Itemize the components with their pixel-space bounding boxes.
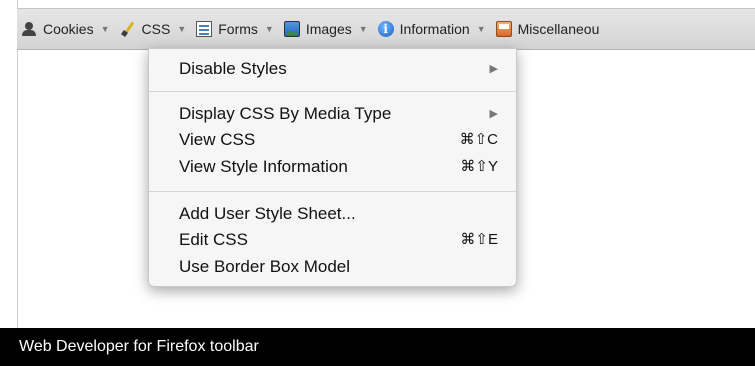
menu-item-label: Edit CSS	[179, 230, 248, 249]
images-icon	[283, 21, 300, 37]
chevron-down-icon: ▼	[177, 24, 187, 34]
information-icon	[377, 21, 394, 37]
toolbar-item-information[interactable]: Information ▼	[377, 21, 486, 37]
toolbar-item-forms[interactable]: Forms ▼	[196, 21, 274, 37]
menu-separator	[149, 191, 516, 192]
forms-icon	[196, 21, 213, 37]
menu-item-label: View Style Information	[179, 157, 348, 176]
toolbar-item-label: Images	[305, 21, 352, 37]
web-developer-toolbar: Cookies ▼ CSS ▼ Forms ▼ Images ▼ Informa…	[17, 8, 755, 50]
menu-item-label: Add User Style Sheet...	[179, 204, 356, 223]
toolbar-item-images[interactable]: Images ▼	[283, 21, 368, 37]
menu-item-shortcut: ⌘⇧E	[460, 231, 498, 248]
cookies-icon	[21, 21, 37, 37]
toolbar-item-label: Information	[399, 21, 470, 37]
toolbar-item-label: Forms	[218, 21, 258, 37]
chevron-down-icon: ▼	[476, 24, 486, 34]
css-dropdown-menu: Disable Styles ▶ Display CSS By Media Ty…	[148, 48, 517, 287]
menu-item-disable-styles[interactable]: Disable Styles ▶	[179, 57, 498, 81]
menu-item-label: Disable Styles	[179, 59, 287, 78]
menu-item-display-css-by-media-type[interactable]: Display CSS By Media Type ▶	[179, 102, 498, 126]
caption-bar: Web Developer for Firefox toolbar	[0, 328, 755, 366]
chevron-down-icon: ▼	[264, 24, 274, 34]
menu-item-label: View CSS	[179, 130, 256, 149]
submenu-arrow-icon: ▶	[489, 108, 498, 120]
css-icon	[120, 21, 136, 37]
menu-item-shortcut: ⌘⇧C	[459, 131, 498, 148]
caption-text: Web Developer for Firefox toolbar	[19, 338, 259, 355]
toolbar-item-label: CSS	[141, 21, 171, 37]
window-frame-left	[0, 0, 18, 366]
toolbar-item-label: Miscellaneou	[517, 21, 600, 37]
chevron-down-icon: ▼	[100, 24, 110, 34]
menu-item-label: Display CSS By Media Type	[179, 104, 392, 123]
menu-item-shortcut: ⌘⇧Y	[460, 158, 498, 175]
toolbar-item-css[interactable]: CSS ▼	[120, 21, 187, 37]
miscellaneous-icon	[495, 21, 512, 37]
menu-item-use-border-box-model[interactable]: Use Border Box Model	[179, 255, 498, 279]
menu-item-add-user-style-sheet[interactable]: Add User Style Sheet...	[179, 202, 498, 226]
toolbar-item-cookies[interactable]: Cookies ▼	[21, 21, 110, 37]
submenu-arrow-icon: ▶	[489, 63, 498, 75]
menu-item-edit-css[interactable]: Edit CSS ⌘⇧E	[179, 228, 498, 252]
toolbar-item-label: Cookies	[43, 21, 94, 37]
chevron-down-icon: ▼	[358, 24, 368, 34]
menu-item-view-css[interactable]: View CSS ⌘⇧C	[179, 128, 498, 152]
toolbar-item-miscellaneous[interactable]: Miscellaneou	[495, 21, 600, 37]
menu-item-view-style-information[interactable]: View Style Information ⌘⇧Y	[179, 155, 498, 179]
menu-separator	[149, 91, 516, 92]
menu-item-label: Use Border Box Model	[179, 257, 351, 276]
